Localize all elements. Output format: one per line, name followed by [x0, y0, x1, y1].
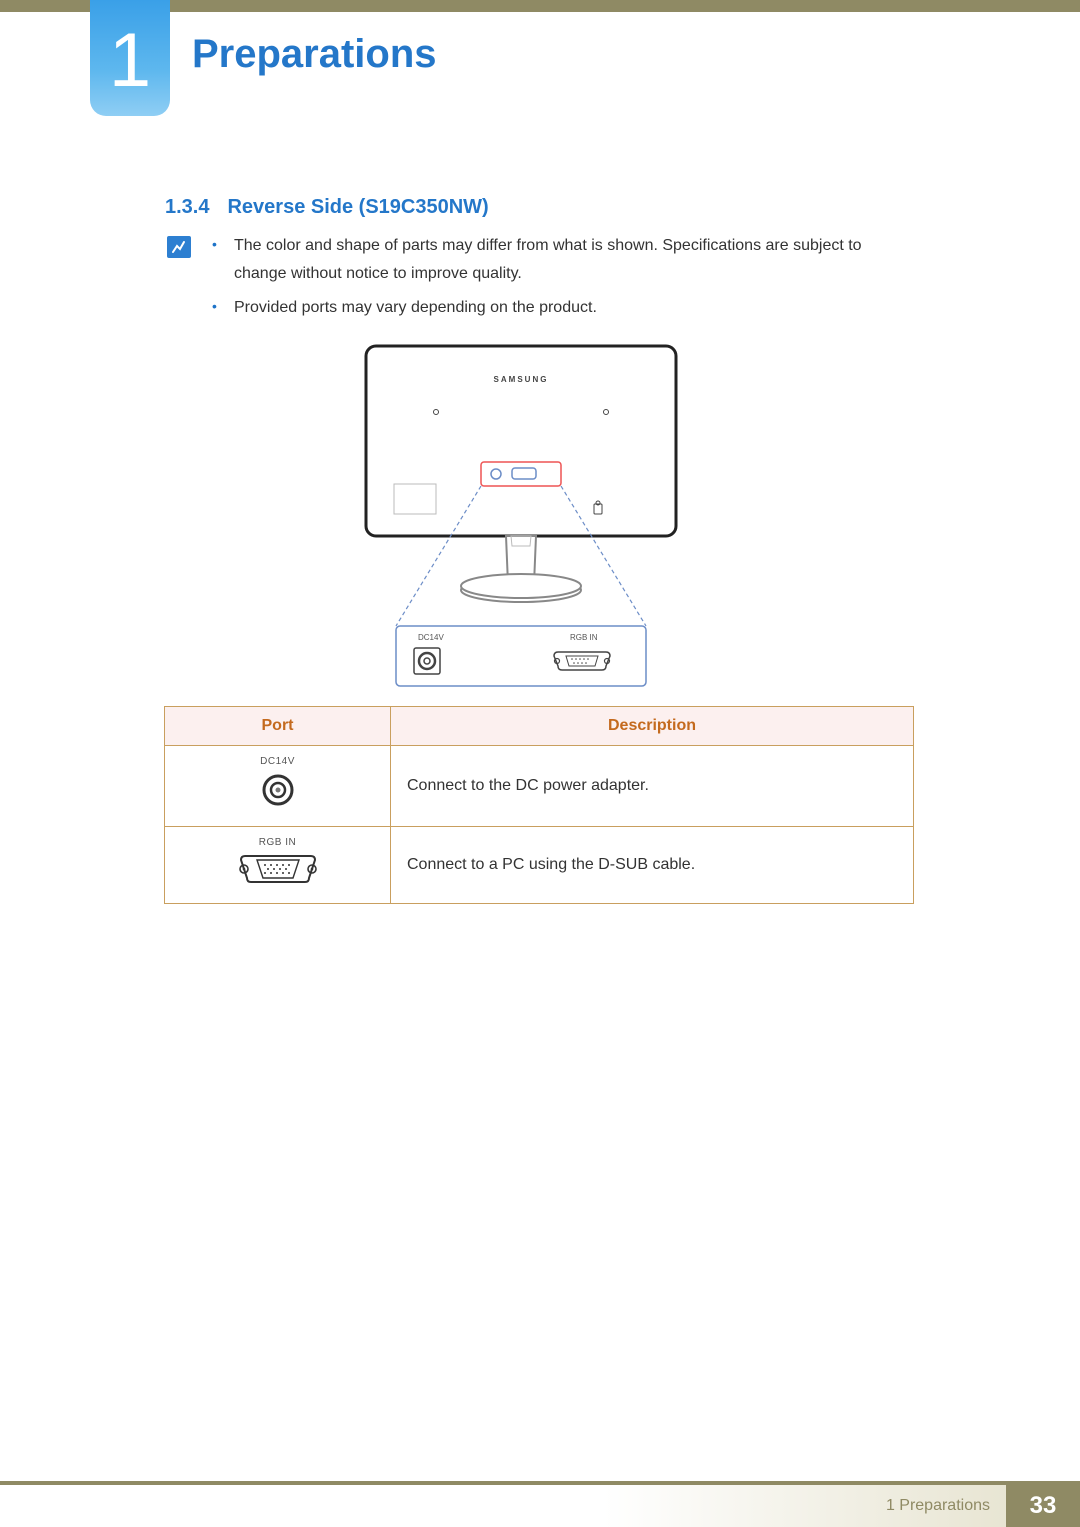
footer-section-label: 1 Preparations: [886, 1497, 990, 1515]
diagram-brand-label: SAMSUNG: [494, 375, 549, 384]
port-description: Connect to the DC power adapter.: [391, 746, 914, 827]
table-header-description: Description: [391, 707, 914, 746]
page-footer: 1 Preparations 33: [0, 1481, 1080, 1527]
table-row: DC14V Connect to the DC power adapter.: [165, 746, 914, 827]
section-heading-text: Reverse Side (S19C350NW): [227, 196, 488, 218]
dc-power-jack-icon: [261, 773, 295, 807]
table-row: RGB IN Connect to a PC using the D-SUB c…: [165, 827, 914, 904]
note-info-icon: [167, 236, 191, 258]
section-number: 1.3.4: [165, 196, 209, 218]
port-description-table: Port Description DC14V Connect to the DC…: [164, 706, 914, 904]
footer-page-number: 33: [1006, 1485, 1080, 1527]
monitor-rear-diagram: SAMSUNG DC14V RGB IN: [356, 336, 686, 696]
chapter-number: 1: [109, 23, 151, 99]
diagram-rgb-label: RGB IN: [570, 633, 598, 642]
footer-gradient: [0, 1485, 1006, 1527]
chapter-title: Preparations: [192, 32, 437, 77]
note-item: Provided ports may vary depending on the…: [212, 294, 902, 322]
note-item: The color and shape of parts may differ …: [212, 232, 902, 288]
chapter-number-badge: 1: [90, 0, 170, 116]
port-label: DC14V: [173, 756, 382, 767]
port-label: RGB IN: [173, 837, 382, 848]
section-heading: 1.3.4 Reverse Side (S19C350NW): [165, 196, 489, 219]
table-header-port: Port: [165, 707, 391, 746]
port-description: Connect to a PC using the D-SUB cable.: [391, 827, 914, 904]
diagram-dc-label: DC14V: [418, 633, 444, 642]
dsub-port-icon: [235, 854, 321, 884]
port-cell-dc: DC14V: [165, 746, 391, 827]
note-list: The color and shape of parts may differ …: [212, 232, 902, 328]
port-cell-rgb: RGB IN: [165, 827, 391, 904]
